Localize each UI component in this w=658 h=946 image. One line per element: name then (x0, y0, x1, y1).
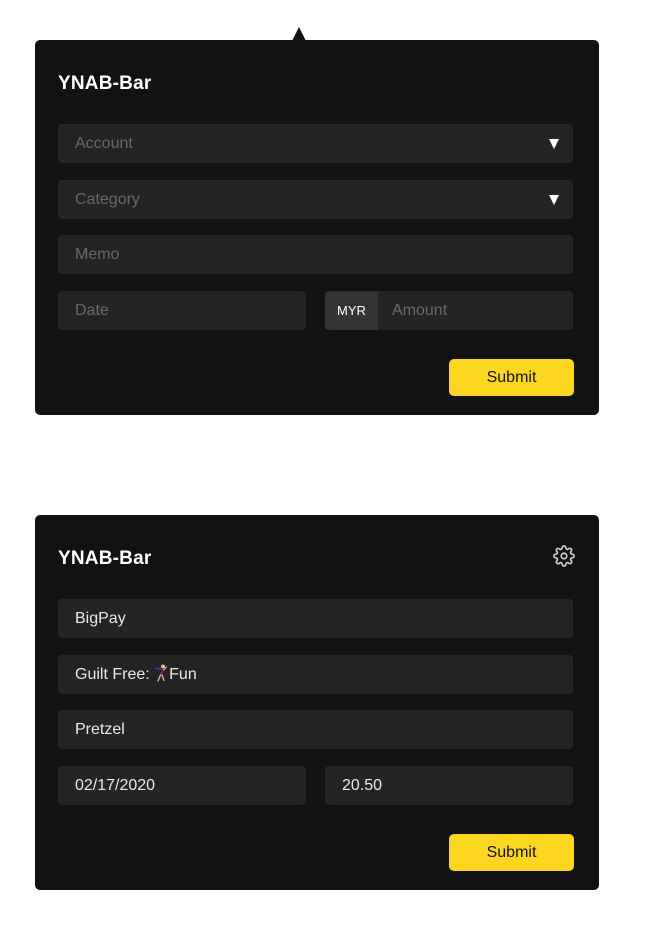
account-placeholder: Account (75, 135, 133, 152)
amount-input[interactable]: MYR Amount (325, 291, 573, 330)
date-value: 02/17/2020 (75, 777, 156, 794)
category-select[interactable]: Category (58, 180, 573, 219)
date-placeholder: Date (75, 302, 109, 319)
submit-button[interactable]: Submit (449, 834, 574, 871)
app-title: YNAB-Bar (58, 548, 152, 569)
memo-value: Pretzel (75, 721, 125, 738)
ynab-bar-popover-filled: YNAB-Bar BigPay Guilt Free: Fun Pretzel … (35, 515, 599, 890)
amount-value: 20.50 (342, 777, 383, 794)
app-title: YNAB-Bar (58, 73, 152, 94)
date-input[interactable]: 02/17/2020 (58, 766, 306, 805)
category-name: Fun (169, 666, 197, 683)
submit-button[interactable]: Submit (449, 359, 574, 396)
gear-icon[interactable] (553, 545, 575, 567)
memo-input[interactable]: Pretzel (58, 710, 573, 749)
ynab-bar-popover-empty: YNAB-Bar Account Category Memo Date MYR … (35, 40, 599, 415)
category-placeholder: Category (75, 191, 140, 208)
amount-placeholder: Amount (392, 302, 448, 319)
dancer-emoji-icon (155, 664, 168, 682)
account-select[interactable]: Account (58, 124, 573, 163)
date-input[interactable]: Date (58, 291, 306, 330)
memo-input[interactable]: Memo (58, 235, 573, 274)
category-prefix: Guilt Free: (75, 666, 155, 683)
account-value: BigPay (75, 610, 126, 627)
chevron-down-icon (549, 195, 559, 205)
chevron-down-icon (549, 139, 559, 149)
popover-arrow (292, 27, 306, 41)
amount-input[interactable]: 20.50 (325, 766, 573, 805)
currency-selector[interactable]: MYR (325, 291, 378, 330)
category-select[interactable]: Guilt Free: Fun (58, 655, 573, 694)
account-select[interactable]: BigPay (58, 599, 573, 638)
memo-placeholder: Memo (75, 246, 120, 263)
